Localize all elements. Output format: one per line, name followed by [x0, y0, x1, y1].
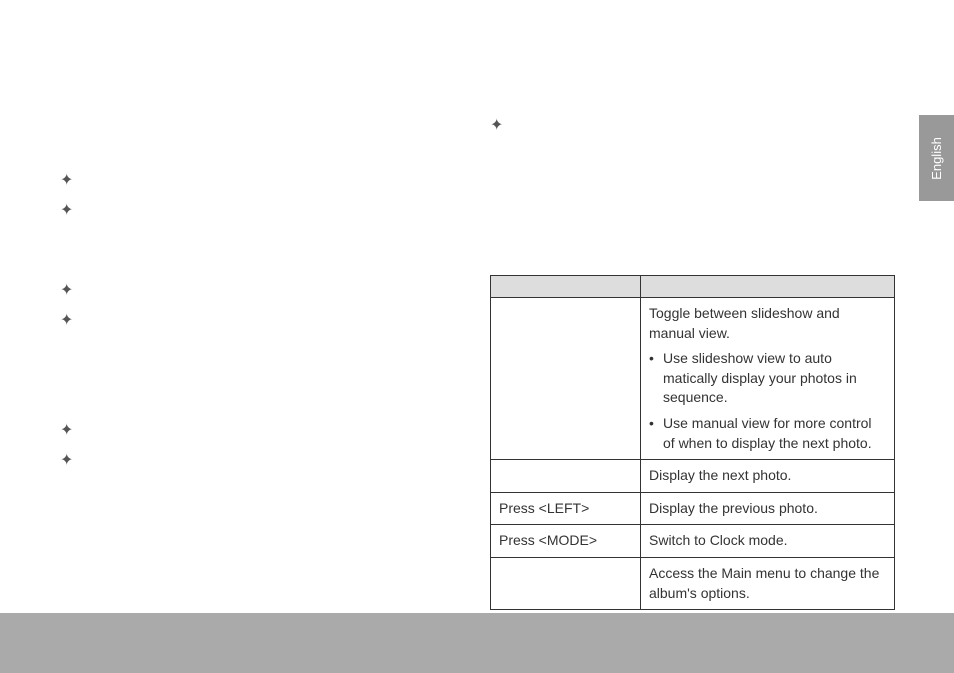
- table-cell-description: Access the Main menu to change the album…: [641, 557, 895, 609]
- table-row: Press <LEFT> Display the previous photo.: [491, 492, 895, 525]
- bullet-item: ✦: [60, 450, 460, 470]
- table-header-row: [491, 276, 895, 298]
- bullet-item: ✦: [60, 280, 460, 300]
- footer-bar: [0, 613, 954, 673]
- table-cell-action: Press <MODE>: [491, 525, 641, 558]
- sub-bullet-text: Use slideshow view to auto matically dis…: [663, 349, 886, 408]
- table-row: Toggle between slideshow and manual view…: [491, 298, 895, 460]
- bullet-dot-icon: •: [649, 349, 663, 369]
- bullet-item: ✦: [60, 200, 460, 220]
- language-tab-label: English: [929, 137, 944, 180]
- star-icon: ✦: [60, 200, 80, 220]
- left-column: ✦ ✦ ✦ ✦ ✦ ✦: [60, 170, 460, 480]
- table-row: Press <MODE> Switch to Clock mode.: [491, 525, 895, 558]
- controls-table: Toggle between slideshow and manual view…: [490, 275, 895, 610]
- language-tab: English: [919, 115, 954, 201]
- bullet-item: ✦: [60, 310, 460, 330]
- table-header-action: [491, 276, 641, 298]
- table-cell-action: Press <LEFT>: [491, 492, 641, 525]
- sub-bullet: • Use slideshow view to auto matically d…: [649, 349, 886, 408]
- table-cell-description: Display the next photo.: [641, 460, 895, 493]
- bullet-item: ✦: [60, 170, 460, 190]
- bullet-dot-icon: •: [649, 414, 663, 434]
- star-icon: ✦: [60, 280, 80, 300]
- table-cell-description: Display the previous photo.: [641, 492, 895, 525]
- table-cell-description: Toggle between slideshow and manual view…: [641, 298, 895, 460]
- table-cell-action: [491, 557, 641, 609]
- star-icon: ✦: [60, 450, 80, 470]
- table-row: Access the Main menu to change the album…: [491, 557, 895, 609]
- controls-table-wrap: Toggle between slideshow and manual view…: [490, 275, 895, 610]
- table-cell-description: Switch to Clock mode.: [641, 525, 895, 558]
- bullet-item: ✦: [60, 420, 460, 440]
- sub-bullet: • Use manual view for more control of wh…: [649, 414, 886, 453]
- table-header-description: [641, 276, 895, 298]
- description-text: Toggle between slideshow and manual view…: [649, 304, 886, 343]
- table-cell-action: [491, 298, 641, 460]
- table-cell-action: [491, 460, 641, 493]
- star-icon: ✦: [490, 115, 510, 135]
- star-icon: ✦: [60, 170, 80, 190]
- bullet-item: ✦: [490, 115, 895, 135]
- table-row: Display the next photo.: [491, 460, 895, 493]
- star-icon: ✦: [60, 310, 80, 330]
- page: English ✦ ✦ ✦ ✦ ✦ ✦ ✦: [0, 0, 954, 673]
- right-column: ✦ Toggle between slideshow and manual vi…: [490, 115, 895, 610]
- star-icon: ✦: [60, 420, 80, 440]
- sub-bullet-text: Use manual view for more control of when…: [663, 414, 886, 453]
